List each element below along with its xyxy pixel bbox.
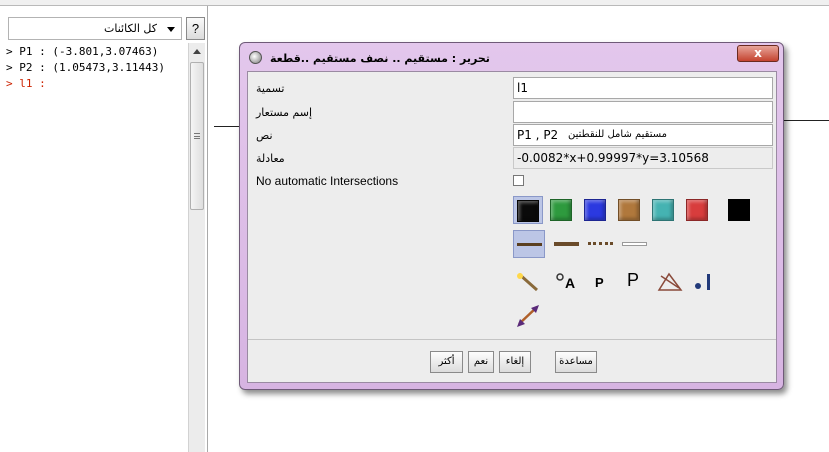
alias-label: إسم مستعار [256, 106, 313, 119]
color-swatch-custom-black[interactable] [725, 196, 755, 224]
button-separator [248, 339, 776, 340]
geogebra-window: كل الكائنات ? > P1 : (-3.801,3.07463) > … [0, 0, 829, 452]
swatch-fill [652, 199, 674, 221]
object-row-l1[interactable]: > l1 : [6, 77, 46, 91]
line-sample [517, 243, 542, 246]
line-style-solid-thick[interactable] [513, 230, 545, 258]
text-field-caption: مستقيم شامل للنقطتين [568, 129, 668, 140]
swatch-fill [728, 199, 750, 221]
line-sample [554, 242, 579, 246]
color-swatch-brown[interactable] [615, 196, 645, 224]
text-field[interactable]: P1 , P2 مستقيم شامل للنقطتين [513, 124, 773, 146]
color-swatch-teal[interactable] [649, 196, 679, 224]
angle-style-icon[interactable] [655, 268, 685, 296]
color-swatch-blue[interactable] [581, 196, 611, 224]
angle-style-svg [657, 272, 683, 291]
line-sample [588, 242, 613, 245]
point-label-text: A [565, 275, 576, 291]
dialog-body: تسمية l1 إسم مستعار نص P1 , P2 مستقيم شا… [247, 71, 777, 383]
swatch-fill [584, 199, 606, 221]
swatch-fill [517, 200, 539, 222]
magic-wand-svg [517, 272, 538, 292]
line-style-solid-white[interactable] [619, 230, 651, 258]
color-swatch-green[interactable] [547, 196, 577, 224]
object-row-p1[interactable]: > P1 : (-3.801,3.07463) [6, 45, 158, 59]
large-p-text: P [627, 270, 640, 290]
small-p-icon[interactable]: P [585, 268, 615, 296]
object-filter-select[interactable]: كل الكائنات [8, 17, 182, 40]
swatch-fill [618, 199, 640, 221]
large-p-icon[interactable]: P [619, 268, 649, 296]
app-icon [249, 51, 262, 64]
scroll-up-icon[interactable] [193, 49, 201, 54]
help-dialog-button[interactable]: مساعدة [555, 351, 597, 373]
close-button[interactable]: x [737, 45, 779, 62]
color-swatch-red[interactable] [683, 196, 713, 224]
alias-field[interactable] [513, 101, 773, 123]
object-filter-value: كل الكائنات [104, 22, 157, 35]
help-button[interactable]: ? [186, 17, 205, 40]
object-row-p2[interactable]: > P2 : (1.05473,3.11443) [6, 61, 165, 75]
swatch-fill [550, 199, 572, 221]
properties-dialog: تحرير : مستقيم .. نصف مستقيم ..قطعة x تس… [239, 42, 784, 390]
no-intersections-checkbox[interactable] [513, 175, 524, 186]
line-l1-segment-right[interactable] [784, 120, 829, 121]
dialog-titlebar[interactable]: تحرير : مستقيم .. نصف مستقيم ..قطعة x [240, 43, 783, 69]
algebra-scrollbar[interactable] [188, 43, 205, 452]
point-size-icon[interactable] [689, 268, 719, 296]
line-l1-segment-left[interactable] [214, 126, 240, 127]
line-style-dotted[interactable] [585, 230, 617, 258]
magic-wand-icon[interactable] [513, 268, 543, 296]
scroll-thumb[interactable] [190, 62, 204, 210]
point-size-svg [695, 274, 710, 290]
point-label-icon[interactable]: A [551, 268, 581, 296]
name-label: تسمية [256, 82, 285, 95]
text-label: نص [256, 129, 273, 142]
line-sample [622, 242, 647, 246]
equation-field: -0.0082*x+0.99997*y=3.10568 [513, 147, 773, 169]
dialog-title: تحرير : مستقيم .. نصف مستقيم ..قطعة [270, 52, 490, 65]
object-list: > P1 : (-3.801,3.07463) > P2 : (1.05473,… [0, 43, 188, 452]
chevron-down-icon [167, 27, 175, 32]
name-field[interactable]: l1 [513, 77, 773, 99]
cancel-button[interactable]: إلغاء [499, 351, 531, 373]
text-field-points: P1 , P2 [517, 128, 559, 142]
algebra-panel: كل الكائنات ? > P1 : (-3.801,3.07463) > … [0, 6, 208, 452]
small-p-text: P [595, 275, 604, 290]
arrow-line-icon[interactable] [513, 302, 543, 330]
line-style-solid-brown[interactable] [551, 230, 583, 258]
swatch-fill [686, 199, 708, 221]
ok-button[interactable]: نعم [468, 351, 494, 373]
more-button[interactable]: أكثر [430, 351, 463, 373]
equation-label: معادلة [256, 152, 285, 165]
grip-icon [194, 133, 200, 139]
color-swatch-black[interactable] [513, 196, 543, 224]
no-intersections-label: No automatic Intersections [256, 174, 399, 188]
arrow-line-svg [517, 305, 539, 327]
filter-row: كل الكائنات ? [6, 17, 205, 41]
